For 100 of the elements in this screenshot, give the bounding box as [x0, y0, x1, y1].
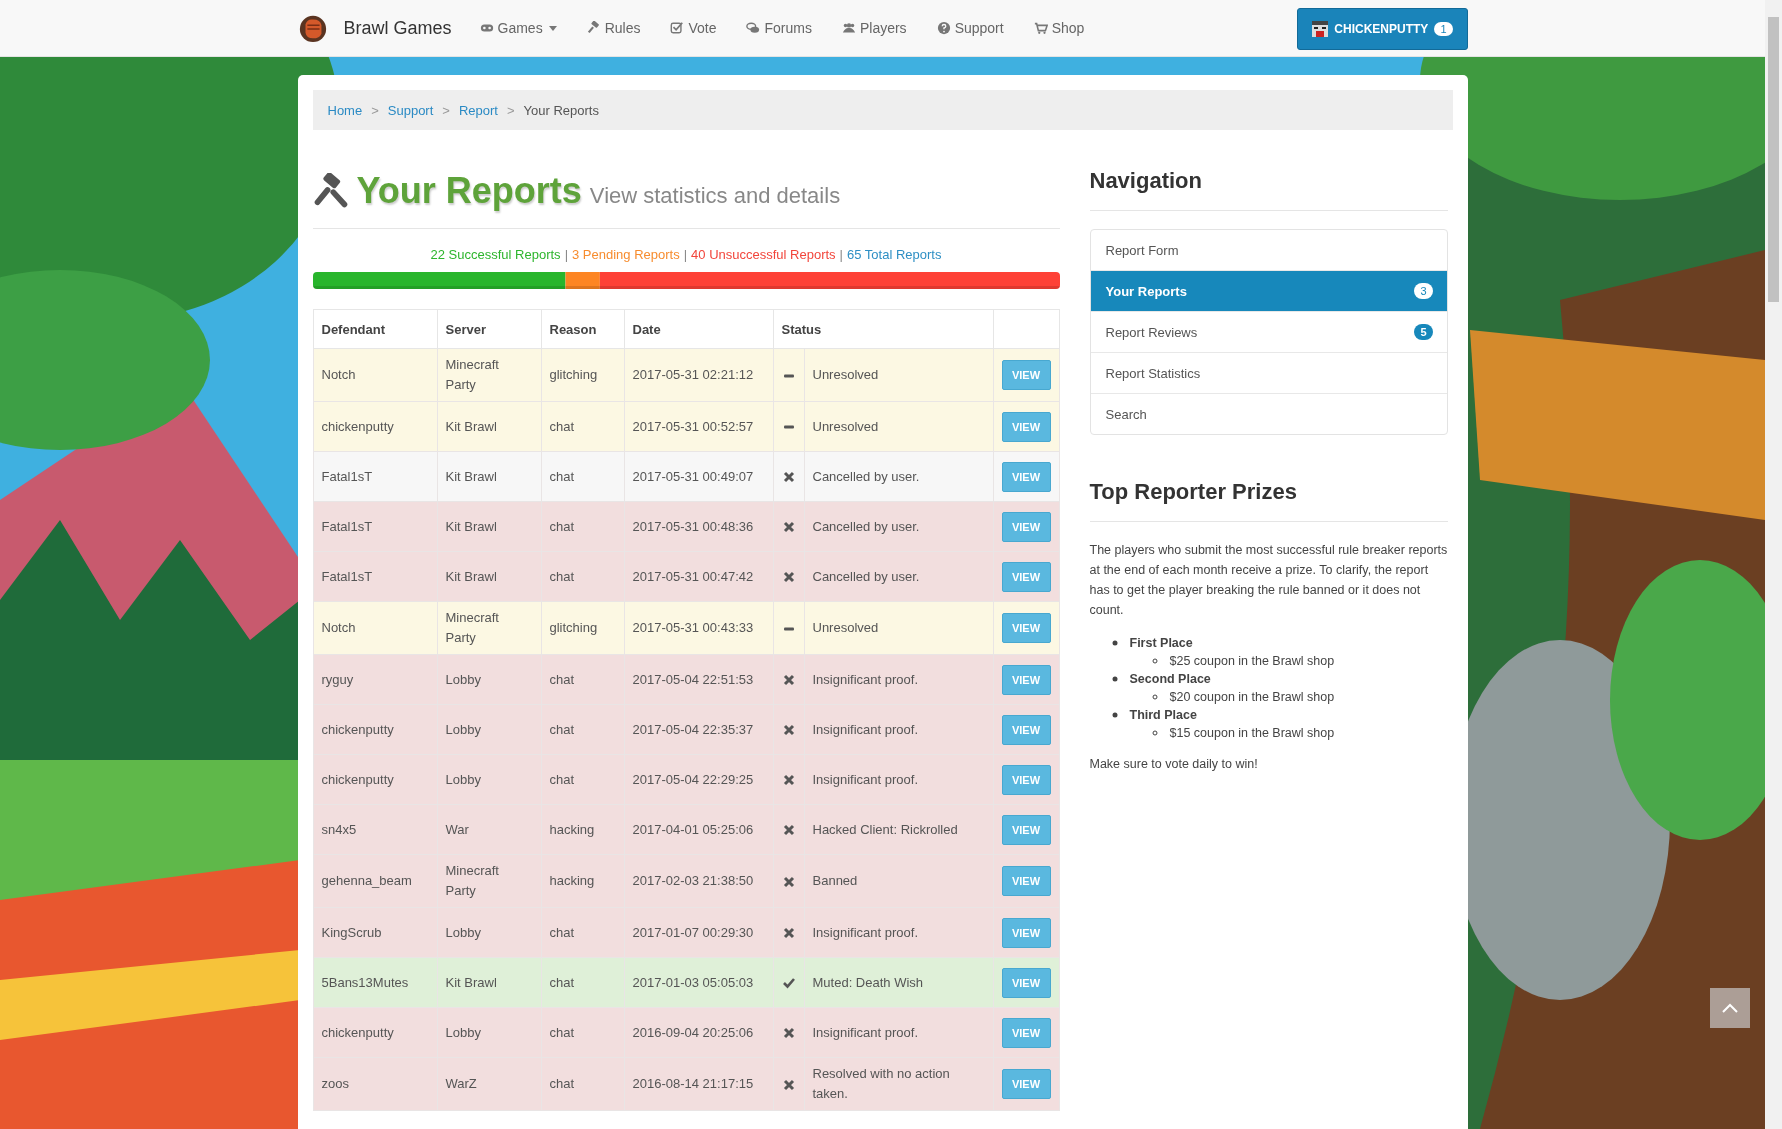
view-button[interactable]: VIEW — [1001, 714, 1051, 745]
view-button[interactable]: VIEW — [1001, 814, 1051, 845]
table-cell: chat — [549, 1076, 575, 1091]
breadcrumb-separator: > — [442, 102, 450, 118]
navigation-item[interactable]: Report Statistics — [1090, 352, 1447, 393]
view-button[interactable]: VIEW — [1001, 967, 1051, 998]
nav-link[interactable]: Rules — [586, 20, 641, 36]
column-header: Reason — [541, 309, 624, 349]
table-cell: chat — [549, 568, 575, 584]
cross-icon — [782, 927, 795, 940]
table-cell: Insignificant proof. — [812, 771, 918, 787]
table-cell: Kit Brawl — [445, 518, 497, 534]
table-cell: Fatal1sT — [321, 568, 373, 584]
table-cell: Fatal1sT — [321, 518, 373, 534]
table-cell: War — [445, 821, 469, 837]
breadcrumb-link[interactable]: Support — [387, 102, 434, 118]
table-cell: Kit Brawl — [445, 468, 497, 484]
view-button[interactable]: VIEW — [1001, 917, 1051, 948]
table-cell: ryguy — [321, 671, 354, 687]
bullet-icon — [1151, 730, 1158, 736]
section-heading: Top Reporter Prizes — [1089, 479, 1298, 505]
view-button[interactable]: VIEW — [1001, 511, 1051, 542]
table-cell: Unresolved — [812, 620, 879, 635]
table-cell: sn4x5 — [321, 821, 357, 837]
table-cell: Kit Brawl — [445, 568, 497, 584]
prizes-description: The players who submit the most successful rule breaker reports at the end of each month receive a prize. To clarify, the report has to get the player breaking the rule banned or it does not count. — [1089, 542, 1448, 619]
column-header: Date — [624, 309, 773, 349]
user-menu-button[interactable]: CHICKENPUTTY 1 — [1297, 8, 1468, 50]
table-cell: Insignificant proof. — [812, 1024, 918, 1040]
table-cell: Muted: Death Wish — [812, 974, 924, 990]
table-cell: Lobby — [445, 671, 481, 687]
table-cell: 2017-04-01 05:25:06 — [632, 821, 754, 837]
table-cell: 2017-05-31 00:48:36 — [632, 518, 754, 534]
nav-link[interactable]: Players — [841, 20, 907, 36]
nav-link[interactable]: Shop — [1033, 20, 1085, 36]
count-badge: 3 — [1414, 283, 1433, 299]
count-badge: 5 — [1414, 324, 1433, 340]
view-button[interactable]: VIEW — [1001, 1069, 1051, 1099]
column-header: Server — [437, 309, 541, 349]
check-icon — [670, 21, 685, 35]
view-button[interactable]: VIEW — [1001, 411, 1051, 442]
cart-icon — [1033, 21, 1048, 35]
table-cell: Fatal1sT — [321, 468, 373, 484]
prizes-note: Make sure to vote daily to win! — [1089, 756, 1259, 773]
navigation-item[interactable]: Report Reviews 5 — [1090, 311, 1447, 352]
table-cell: chickenputty — [321, 418, 394, 434]
report-count: 65 Total Reports — [847, 247, 942, 262]
view-button[interactable]: VIEW — [1001, 461, 1051, 492]
view-button[interactable]: VIEW — [1001, 866, 1051, 896]
table-cell: Insignificant proof. — [812, 671, 918, 687]
section-heading: Navigation — [1089, 168, 1203, 194]
page-title: Your Reports — [356, 170, 582, 212]
report-count: 40 Unsuccessful Reports — [691, 247, 836, 262]
table-cell: 2017-05-31 00:49:07 — [632, 468, 754, 484]
table-cell: Cancelled by user. — [812, 468, 920, 484]
navigation-item[interactable]: Search — [1090, 393, 1447, 434]
table-cell: glitching — [549, 367, 598, 382]
table-cell: 2017-02-03 21:38:50 — [632, 873, 754, 888]
bullet-icon — [1111, 712, 1118, 718]
table-cell: zoos — [321, 1076, 349, 1091]
summary-separator: | — [839, 247, 843, 262]
column-header: Status — [773, 309, 993, 349]
summary-separator: | — [683, 247, 688, 262]
table-cell: Insignificant proof. — [812, 721, 918, 737]
cross-icon — [782, 1027, 795, 1040]
scroll-top-button[interactable] — [1710, 988, 1750, 1028]
view-button[interactable]: VIEW — [1001, 664, 1051, 695]
bullet-icon — [1151, 658, 1158, 664]
nav-link[interactable]: Support — [936, 20, 1004, 36]
table-cell: chickenputty — [321, 721, 394, 737]
table-cell: Lobby — [445, 924, 481, 940]
nav-link[interactable]: Vote — [670, 20, 717, 36]
navigation-item[interactable]: Your Reports 3 — [1090, 270, 1447, 311]
avatar-icon — [1312, 21, 1329, 37]
table-cell: chat — [549, 468, 575, 484]
navigation-item[interactable]: Report Form — [1090, 230, 1447, 270]
view-button[interactable]: VIEW — [1001, 1017, 1051, 1048]
table-cell: glitching — [549, 620, 598, 635]
nav-link[interactable]: Games — [479, 20, 557, 36]
table-cell: Cancelled by user. — [812, 568, 920, 584]
table-cell: chat — [549, 721, 575, 737]
table-cell: 2017-01-03 05:05:03 — [632, 974, 754, 990]
view-button[interactable]: VIEW — [1001, 613, 1051, 643]
breadcrumb-link[interactable]: Report — [458, 102, 498, 118]
table-cell: gehenna_beam — [321, 873, 412, 888]
table-cell: chat — [549, 924, 575, 940]
view-button[interactable]: VIEW — [1001, 764, 1051, 795]
nav-link[interactable]: Forums — [746, 20, 812, 36]
brand-name[interactable]: Brawl Games — [343, 17, 452, 39]
table-cell: 5Bans13Mutes — [321, 974, 409, 990]
table-cell: WarZ — [445, 1076, 477, 1091]
view-button[interactable]: VIEW — [1001, 561, 1051, 592]
table-cell: Unresolved — [812, 418, 879, 434]
caret-icon — [548, 25, 557, 31]
breadcrumb-link[interactable]: Home — [327, 102, 363, 118]
view-button[interactable]: VIEW — [1001, 360, 1051, 390]
scrollbar[interactable] — [1765, 0, 1782, 1129]
table-cell: Kit Brawl — [445, 974, 497, 990]
table-cell: chat — [549, 671, 575, 687]
cross-icon — [782, 674, 795, 687]
